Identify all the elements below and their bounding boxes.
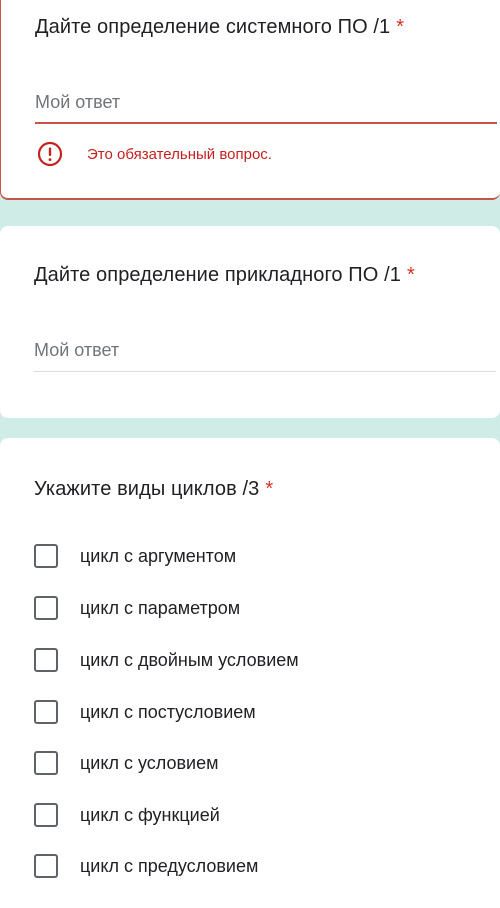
checkbox-option[interactable]: цикл с условием (34, 751, 218, 775)
answer-underline (34, 371, 496, 372)
checkbox-option[interactable]: цикл с аргументом (34, 544, 236, 568)
checkbox[interactable] (34, 803, 58, 827)
checkbox[interactable] (34, 854, 58, 878)
question-title-text: Укажите виды циклов /3 (34, 478, 260, 500)
error-exclamation-icon (37, 141, 63, 167)
checkbox-option[interactable]: цикл с предусловием (34, 854, 258, 878)
error-text: Это обязательный вопрос. (87, 145, 272, 163)
question-card-loop-types: Укажите виды циклов /3 * цикл с аргументо… (0, 438, 500, 908)
option-label: цикл с функцией (80, 804, 220, 825)
required-asterisk: * (396, 16, 405, 38)
answer-underline-error (35, 122, 497, 124)
checkbox-option[interactable]: цикл с параметром (34, 596, 240, 620)
option-label: цикл с двойным условием (80, 649, 299, 670)
checkbox-option[interactable]: цикл с постусловием (34, 700, 256, 724)
question-title: Дайте определение системного ПО /1 * (35, 16, 404, 39)
checkbox[interactable] (34, 700, 58, 724)
checkbox-option[interactable]: цикл с двойным условием (34, 648, 299, 672)
checkbox[interactable] (34, 751, 58, 775)
required-asterisk: * (406, 264, 415, 286)
question-title: Укажите виды циклов /3 * (34, 478, 273, 501)
error-message: Это обязательный вопрос. (37, 141, 272, 167)
question-title-text: Дайте определение системного ПО /1 (35, 16, 391, 38)
checkbox[interactable] (34, 596, 58, 620)
option-label: цикл с постусловием (80, 701, 256, 722)
checkbox-option[interactable]: цикл с функцией (34, 803, 220, 827)
question-card-system-software: Дайте определение системного ПО /1* Это … (0, 0, 500, 200)
question-title-text: Дайте определение прикладного ПО /1 (34, 264, 401, 286)
checkbox[interactable] (34, 544, 58, 568)
required-asterisk: * (265, 478, 274, 500)
option-label: цикл с аргументом (80, 545, 237, 566)
option-label: цикл с условием (80, 752, 219, 773)
question-card-application-software: Дайте определение прикладного ПО /1 * (0, 226, 500, 418)
option-label: цикл с предусловием (80, 855, 259, 876)
checkbox[interactable] (34, 648, 58, 672)
option-label: цикл с параметром (80, 597, 241, 618)
answer-input[interactable] (35, 92, 497, 117)
question-title: Дайте определение прикладного ПО /1 * (34, 264, 415, 287)
answer-input[interactable] (34, 340, 496, 365)
